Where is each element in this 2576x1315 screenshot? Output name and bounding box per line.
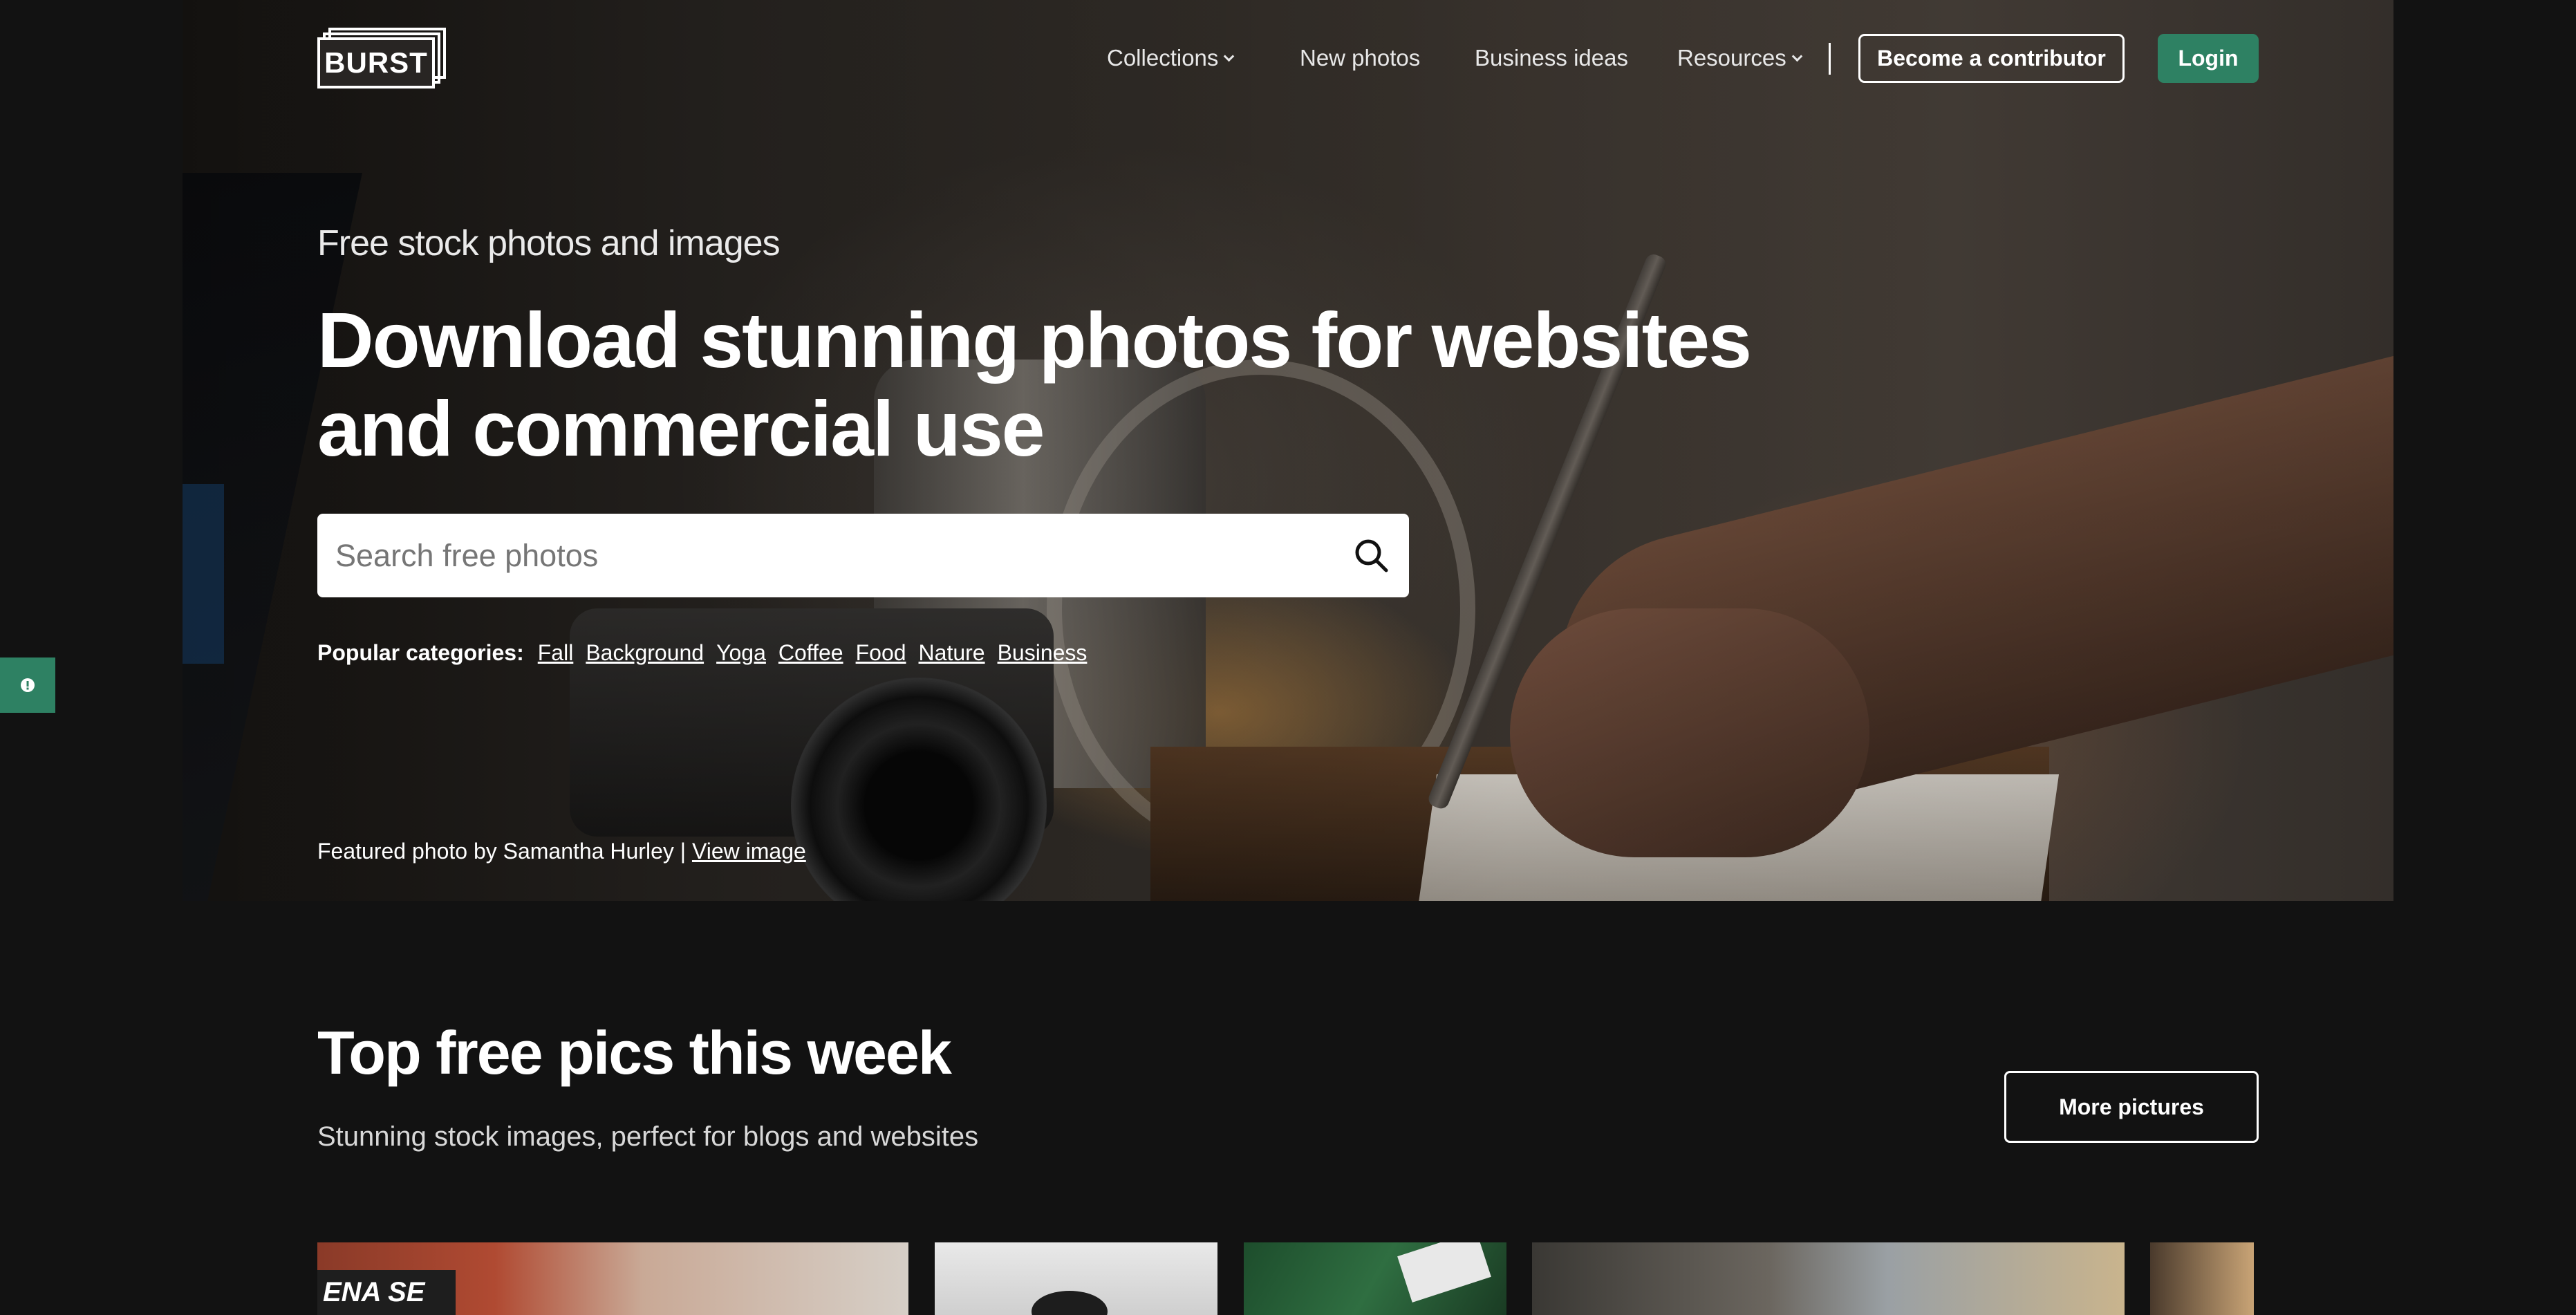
category-link-yoga[interactable]: Yoga [716, 640, 766, 666]
category-link-business[interactable]: Business [998, 640, 1088, 666]
nav-business-ideas[interactable]: Business ideas [1475, 33, 1628, 83]
photo-thumbnail[interactable]: ENA SE [317, 1242, 908, 1315]
nav-divider [1829, 43, 1831, 75]
become-contributor-button[interactable]: Become a contributor [1858, 34, 2125, 83]
credit-text: Featured photo by Samantha Hurley | [317, 839, 692, 864]
chevron-down-icon [1791, 50, 1803, 62]
popular-categories: Popular categories: Fall Background Yoga… [317, 640, 1087, 666]
section-subtitle: Stunning stock images, perfect for blogs… [317, 1121, 979, 1152]
photo-thumbnail[interactable] [2150, 1242, 2254, 1315]
nav-business-ideas-label: Business ideas [1475, 45, 1628, 71]
burst-logo[interactable]: BURST [317, 28, 446, 88]
feedback-tab[interactable] [0, 658, 55, 713]
more-pictures-button[interactable]: More pictures [2004, 1071, 2259, 1143]
photo-subject [1032, 1291, 1108, 1315]
chevron-down-icon [1224, 50, 1235, 62]
category-link-background[interactable]: Background [586, 640, 704, 666]
photo-thumbnail[interactable] [935, 1242, 1217, 1315]
nav-resources[interactable]: Resources [1677, 33, 1803, 83]
view-image-link[interactable]: View image [692, 839, 806, 864]
alert-icon [21, 678, 35, 692]
nav-resources-label: Resources [1677, 45, 1786, 71]
hero-headline: Download stunning photos for websites an… [317, 297, 1752, 472]
login-button[interactable]: Login [2158, 34, 2259, 83]
nav-new-photos-label: New photos [1300, 45, 1421, 71]
search-icon[interactable] [1353, 537, 1390, 575]
category-link-coffee[interactable]: Coffee [778, 640, 843, 666]
search-input[interactable] [335, 514, 1331, 597]
search-bar [317, 514, 1409, 597]
logo-text: BURST [324, 46, 428, 79]
nav-new-photos[interactable]: New photos [1300, 33, 1420, 83]
nav-collections-label: Collections [1107, 45, 1219, 71]
section-title: Top free pics this week [317, 1018, 952, 1087]
category-link-food[interactable]: Food [856, 640, 906, 666]
photo-thumbnail[interactable] [1244, 1242, 1506, 1315]
storefront-sign: ENA SE [317, 1270, 456, 1315]
category-link-fall[interactable]: Fall [538, 640, 574, 666]
featured-photo-credit: Featured photo by Samantha Hurley | View… [317, 839, 806, 864]
categories-label: Popular categories: [317, 640, 524, 665]
nav-collections[interactable]: Collections [1107, 33, 1235, 83]
photo-subject [1397, 1242, 1491, 1303]
hero-eyebrow: Free stock photos and images [317, 223, 781, 263]
category-link-nature[interactable]: Nature [919, 640, 985, 666]
photo-thumbnail[interactable] [1532, 1242, 2125, 1315]
